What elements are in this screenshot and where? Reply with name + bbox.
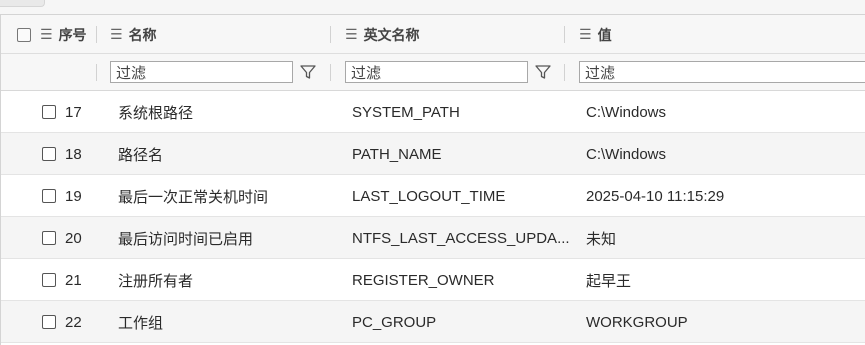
- row-index: 22: [65, 313, 82, 331]
- column-header-english-name[interactable]: ☰ 英文名称: [345, 15, 420, 54]
- grid-header: ☰ 序号 ☰ 名称 ☰ 英文名称 ☰ 值: [1, 15, 865, 54]
- column-header-name-label: 名称: [128, 26, 157, 43]
- list-icon: ☰: [40, 26, 53, 42]
- row-value: C:\Windows: [586, 145, 667, 163]
- row-value: 2025-04-10 11:15:29: [586, 187, 725, 205]
- table-row[interactable]: 18 路径名 PATH_NAME C:\Windows: [1, 133, 865, 175]
- row-name: 工作组: [118, 314, 164, 332]
- row-value: WORKGROUP: [586, 313, 688, 331]
- row-name: 最后一次正常关机时间: [118, 188, 269, 206]
- list-icon: ☰: [345, 26, 358, 42]
- english-name-filter-input[interactable]: 过滤: [345, 61, 528, 83]
- row-checkbox[interactable]: [42, 105, 56, 119]
- column-header-name[interactable]: ☰ 名称: [110, 15, 157, 54]
- row-english-name: PC_GROUP: [352, 313, 437, 331]
- data-grid: ☰ 序号 ☰ 名称 ☰ 英文名称 ☰ 值 过滤 过滤 过滤 17 系统根路径 S…: [0, 14, 865, 345]
- column-header-english-name-label: 英文名称: [363, 26, 420, 43]
- row-english-name: LAST_LOGOUT_TIME: [352, 187, 506, 205]
- top-tab[interactable]: [0, 0, 45, 7]
- name-filter-input[interactable]: 过滤: [110, 61, 293, 83]
- column-header-value[interactable]: ☰ 值: [579, 15, 612, 54]
- row-index: 21: [65, 271, 82, 289]
- list-icon: ☰: [579, 26, 592, 42]
- row-checkbox[interactable]: [42, 231, 56, 245]
- column-header-index[interactable]: ☰ 序号: [40, 15, 87, 54]
- row-value: 起早王: [586, 272, 632, 290]
- row-checkbox[interactable]: [42, 147, 56, 161]
- row-name: 注册所有者: [118, 272, 194, 290]
- list-icon: ☰: [110, 26, 123, 42]
- select-all-cell: [17, 15, 31, 54]
- row-index: 18: [65, 145, 82, 163]
- row-english-name: SYSTEM_PATH: [352, 103, 460, 121]
- row-english-name: REGISTER_OWNER: [352, 271, 495, 289]
- row-name: 路径名: [118, 146, 164, 164]
- value-filter-input[interactable]: 过滤: [579, 61, 865, 83]
- funnel-icon[interactable]: [534, 63, 552, 81]
- row-index: 19: [65, 187, 82, 205]
- funnel-icon[interactable]: [299, 63, 317, 81]
- table-row[interactable]: 17 系统根路径 SYSTEM_PATH C:\Windows: [1, 91, 865, 133]
- table-row[interactable]: 21 注册所有者 REGISTER_OWNER 起早王: [1, 259, 865, 301]
- column-separator: [330, 64, 331, 81]
- table-row[interactable]: 20 最后访问时间已启用 NTFS_LAST_ACCESS_UPDA... 未知: [1, 217, 865, 259]
- column-separator[interactable]: [330, 26, 331, 43]
- name-filter-placeholder: 过滤: [116, 64, 147, 82]
- row-checkbox[interactable]: [42, 315, 56, 329]
- column-separator[interactable]: [564, 26, 565, 43]
- table-row[interactable]: 22 工作组 PC_GROUP WORKGROUP: [1, 301, 865, 343]
- row-value: C:\Windows: [586, 103, 667, 121]
- row-english-name: PATH_NAME: [352, 145, 442, 163]
- column-separator: [96, 64, 97, 81]
- row-english-name: NTFS_LAST_ACCESS_UPDA...: [352, 229, 570, 247]
- row-value: 未知: [586, 230, 617, 248]
- filter-row: 过滤 过滤 过滤: [1, 54, 865, 91]
- row-name: 系统根路径: [118, 104, 194, 122]
- top-strip: [0, 0, 865, 14]
- row-index: 17: [65, 103, 82, 121]
- table-row[interactable]: 19 最后一次正常关机时间 LAST_LOGOUT_TIME 2025-04-1…: [1, 175, 865, 217]
- column-header-index-label: 序号: [58, 26, 87, 43]
- column-header-value-label: 值: [597, 26, 612, 43]
- english-name-filter-placeholder: 过滤: [351, 64, 382, 82]
- column-separator: [564, 64, 565, 81]
- row-index: 20: [65, 229, 82, 247]
- select-all-checkbox[interactable]: [17, 27, 31, 42]
- value-filter-placeholder: 过滤: [585, 64, 616, 82]
- row-name: 最后访问时间已启用: [118, 230, 254, 248]
- row-checkbox[interactable]: [42, 273, 56, 287]
- row-checkbox[interactable]: [42, 189, 56, 203]
- column-separator[interactable]: [96, 26, 97, 43]
